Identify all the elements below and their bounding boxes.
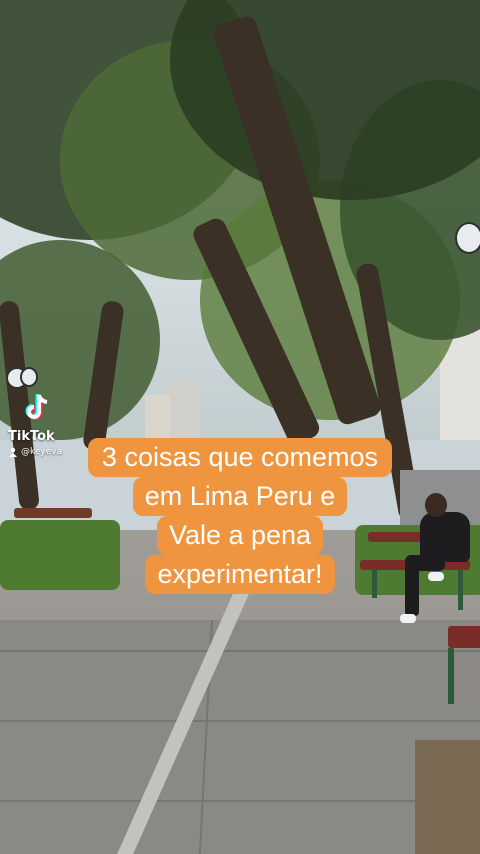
- park-bench: [448, 626, 480, 648]
- building: [165, 380, 200, 440]
- street-lamp: [20, 367, 38, 387]
- paving-seam: [0, 800, 480, 802]
- street-lamp: [455, 222, 480, 254]
- caption-line: 3 coisas que comemos: [87, 438, 393, 477]
- video-caption: 3 coisas que comemos em Lima Peru e Vale…: [0, 438, 480, 594]
- paving-seam: [0, 650, 480, 652]
- paving-seam: [0, 720, 480, 722]
- walkway: [0, 620, 480, 854]
- person: [400, 614, 416, 623]
- caption-line: Vale a pena: [156, 516, 324, 555]
- tiktok-logo-icon: [25, 394, 48, 420]
- building: [145, 395, 170, 440]
- caption-line: em Lima Peru e: [132, 477, 348, 516]
- video-frame: TikTok @keyeva 3 coisas que comemos em L…: [0, 0, 480, 854]
- dirt-patch: [415, 740, 480, 854]
- caption-line: experimentar!: [145, 555, 335, 594]
- bench-leg: [448, 648, 454, 704]
